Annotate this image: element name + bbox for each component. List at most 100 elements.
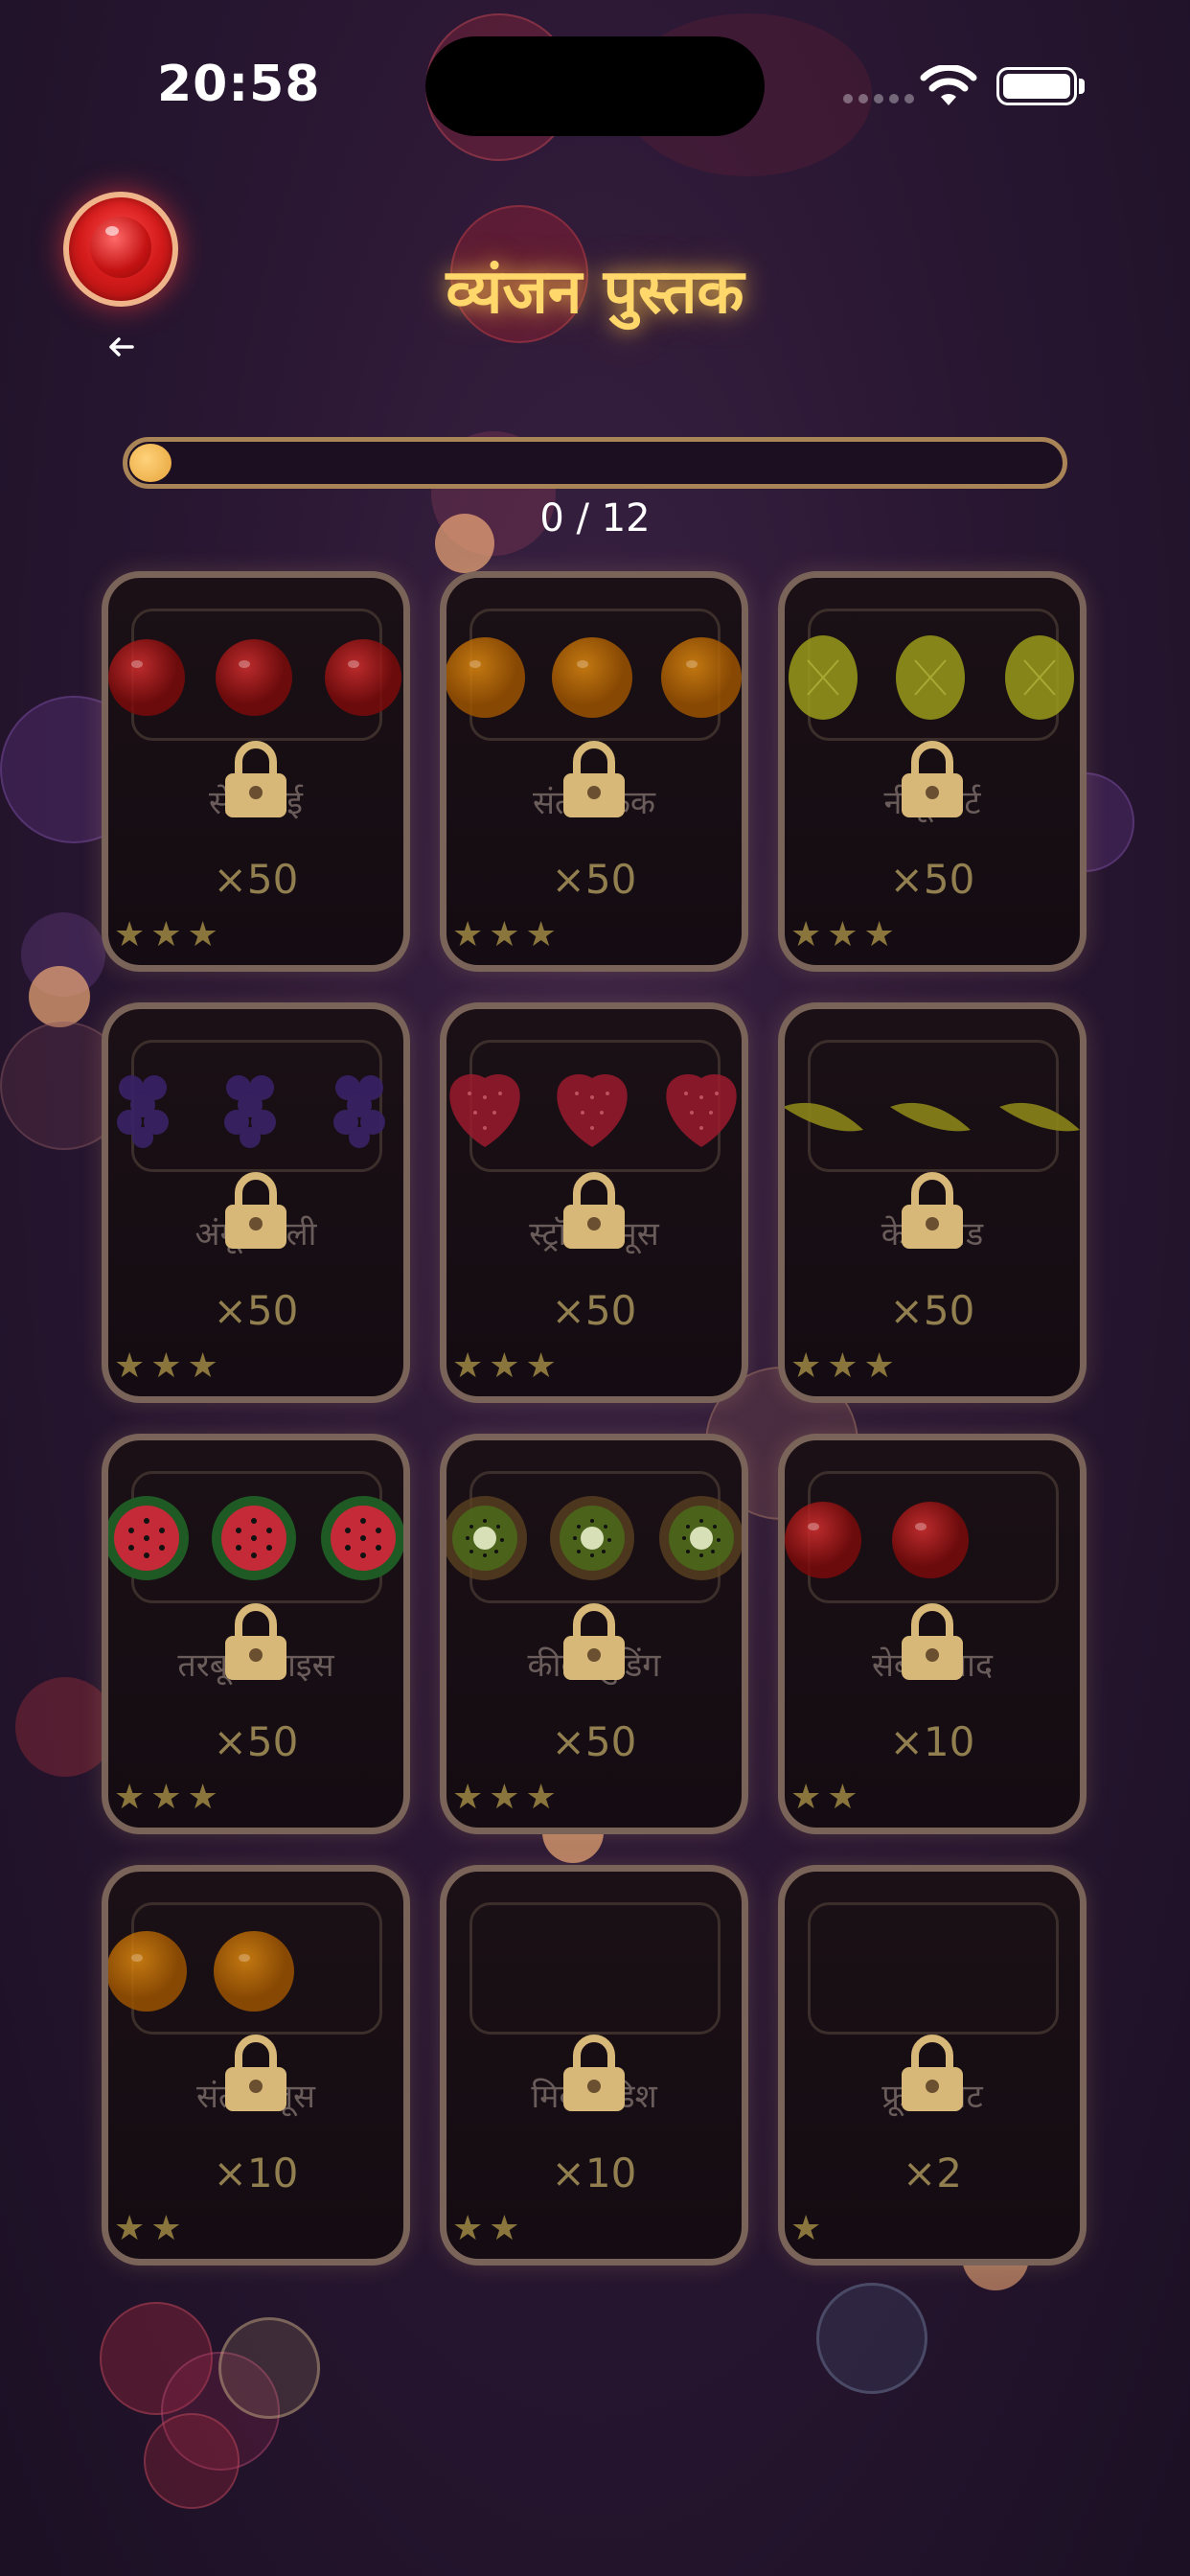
recipe-count: ×50: [551, 856, 637, 903]
dynamic-island: [425, 36, 765, 136]
bokeh-decoration: [144, 2413, 240, 2509]
recipe-count: ×50: [889, 856, 975, 903]
strawberry-icon: [449, 1074, 520, 1147]
fruit-row: [785, 1063, 1080, 1162]
lock-icon: [900, 2033, 965, 2113]
apple-icon: [216, 639, 292, 716]
recipe-card[interactable]: संतरा केक×50★★★: [440, 571, 748, 972]
grape-icon: [117, 1075, 169, 1148]
progress-bar: [123, 437, 1067, 489]
fruit-row: [446, 632, 742, 731]
banana-icon: [890, 1102, 971, 1132]
recipe-count: ×2: [903, 2150, 962, 2196]
recipe-card[interactable]: संतरा जूस×10★★: [102, 1865, 410, 2266]
star-rating: ★★: [790, 1778, 864, 1817]
lock-icon: [561, 739, 627, 819]
lock-icon: [900, 1601, 965, 1682]
star-rating: ★: [790, 2209, 828, 2248]
grape-icon: [224, 1075, 276, 1148]
fruit-row: [446, 1925, 742, 2025]
star-rating: ★★★: [114, 1346, 224, 1386]
recipe-card[interactable]: नींबू टार्ट×50★★★: [778, 571, 1087, 972]
orange-icon: [108, 1931, 187, 2012]
recipe-count: ×10: [889, 1718, 975, 1765]
recipe-count: ×10: [551, 2150, 637, 2196]
recipe-card[interactable]: तरबूज आइस ×50 ★★★: [102, 1434, 410, 1834]
fruit-row: [785, 1494, 1080, 1594]
orange-icon: [552, 637, 632, 718]
star-rating: ★★★: [452, 915, 562, 954]
recipe-count: ×10: [213, 2150, 299, 2196]
recipe-card[interactable]: सेब पाई×50★★★: [102, 571, 410, 972]
apple-icon: [892, 1502, 969, 1578]
star-rating: ★★★: [452, 1778, 562, 1817]
watermelon-icon: [212, 1496, 296, 1580]
recipe-count: ×50: [551, 1287, 637, 1334]
fruit-row: [446, 1494, 742, 1594]
recipe-count: ×50: [213, 856, 299, 903]
wifi-icon: [920, 65, 977, 105]
fruit-row: [446, 1063, 742, 1162]
orb-shine: [105, 226, 119, 236]
banana-icon: [999, 1102, 1080, 1132]
bokeh-decoration: [15, 1677, 115, 1777]
bokeh-decoration: [100, 2302, 213, 2415]
star-rating: ★★★: [790, 1346, 901, 1386]
fruit-row: [108, 1494, 403, 1594]
star-rating: ★★★: [452, 1346, 562, 1386]
recipe-card[interactable]: स्ट्रॉबेरी मूस×50★★★: [440, 1002, 748, 1403]
watermelon-icon: [321, 1496, 403, 1580]
recipe-card[interactable]: सेब सलाद×10★★: [778, 1434, 1087, 1834]
fruit-row: [108, 1063, 403, 1162]
recipe-card[interactable]: केला ब्रेड×50★★★: [778, 1002, 1087, 1403]
lemon-icon: [896, 635, 965, 720]
star-rating: ★★★: [114, 915, 224, 954]
orange-icon: [446, 637, 525, 718]
recipe-card[interactable]: अंगूर जेली ×50 ★★★: [102, 1002, 410, 1403]
apple-icon: [785, 1502, 861, 1578]
recipe-card[interactable]: मिक्स डिश×10★★: [440, 1865, 748, 2266]
recipe-count: ×50: [889, 1287, 975, 1334]
lock-icon: [561, 1170, 627, 1251]
kiwi-icon: [446, 1496, 527, 1580]
strawberry-icon: [666, 1074, 737, 1147]
recipe-card[interactable]: कीवी पुडिंग ×50 ★★★: [440, 1434, 748, 1834]
star-rating: ★★★: [114, 1778, 224, 1817]
back-arrow-icon[interactable]: [103, 330, 138, 364]
lock-icon: [900, 1170, 965, 1251]
progress-knob: [129, 444, 172, 482]
battery-icon: [996, 67, 1077, 105]
apple-icon: [108, 639, 185, 716]
recipe-count: ×50: [213, 1718, 299, 1765]
star-rating: ★★★: [790, 915, 901, 954]
apple-icon: [325, 639, 401, 716]
banana-icon: [785, 1102, 863, 1132]
orange-icon: [214, 1931, 294, 2012]
watermelon-icon: [108, 1496, 189, 1580]
kiwi-icon: [659, 1496, 742, 1580]
page-title: व्यंजन पुस्तक: [446, 257, 744, 328]
recipe-card[interactable]: फ्रूट प्लेट×2★: [778, 1865, 1087, 2266]
bokeh-decoration: [21, 912, 105, 997]
grape-icon: [333, 1075, 385, 1148]
lock-icon: [223, 1601, 288, 1682]
progress-text: 0 / 12: [539, 496, 651, 540]
lemon-icon: [1005, 635, 1074, 720]
bokeh-decoration: [816, 2283, 927, 2394]
lock-icon: [561, 1601, 627, 1682]
bokeh-decoration: [29, 966, 90, 1027]
fruit-row: [785, 632, 1080, 731]
lemon-icon: [789, 635, 858, 720]
fruit-row: [108, 632, 403, 731]
battery-nub: [1079, 79, 1085, 94]
status-time: 20:58: [157, 56, 321, 113]
fruit-row: [785, 1925, 1080, 2025]
lock-icon: [223, 1170, 288, 1251]
recipe-count: ×50: [551, 1718, 637, 1765]
bokeh-decoration: [218, 2317, 320, 2419]
strawberry-icon: [557, 1074, 628, 1147]
lock-icon: [561, 2033, 627, 2113]
star-rating: ★★: [114, 2209, 188, 2248]
lock-icon: [223, 739, 288, 819]
lock-icon: [900, 739, 965, 819]
